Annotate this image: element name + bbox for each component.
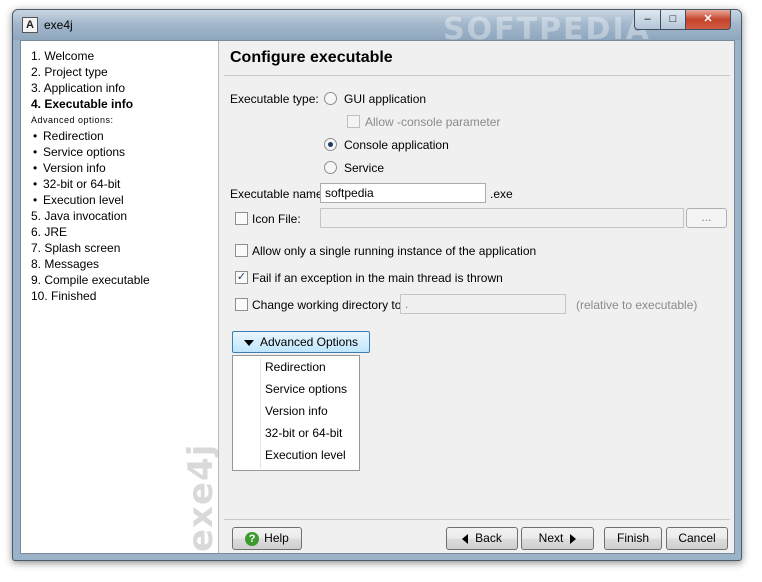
icon-file-input[interactable] bbox=[320, 208, 684, 228]
substep-version-info[interactable]: • Version info bbox=[31, 160, 150, 176]
exe-suffix-label: .exe bbox=[490, 187, 513, 201]
browse-icon-button[interactable]: ... bbox=[686, 208, 727, 228]
substep-label: Service options bbox=[43, 145, 126, 159]
step-welcome[interactable]: 1. Welcome bbox=[31, 48, 150, 64]
substep-label: Redirection bbox=[43, 129, 104, 143]
step-project-type[interactable]: 2. Project type bbox=[31, 64, 150, 80]
allow-console-checkbox[interactable] bbox=[347, 115, 360, 128]
executable-type-label: Executable type: bbox=[230, 92, 319, 106]
menu-item-32-or-64-bit[interactable]: 32-bit or 64-bit bbox=[233, 422, 359, 444]
change-dir-input[interactable]: . bbox=[400, 294, 566, 314]
window-title: exe4j bbox=[44, 18, 73, 32]
menu-item-service-options[interactable]: Service options bbox=[233, 378, 359, 400]
page-title: Configure executable bbox=[230, 49, 393, 66]
arrow-right-icon bbox=[570, 533, 577, 544]
step-splash-screen[interactable]: 7. Splash screen bbox=[31, 240, 150, 256]
step-executable-info[interactable]: 4. Executable info bbox=[31, 96, 150, 112]
menu-item-version-info[interactable]: Version info bbox=[233, 400, 359, 422]
dropdown-triangle-icon bbox=[243, 339, 254, 346]
title-bar[interactable]: A exe4j SOFTPEDIA – □ ✕ bbox=[13, 10, 741, 47]
console-application-label: Console application bbox=[344, 138, 449, 152]
change-dir-hint: (relative to executable) bbox=[576, 298, 698, 312]
help-label: Help bbox=[264, 531, 289, 545]
arrow-left-icon bbox=[462, 533, 469, 544]
cancel-button[interactable]: Cancel bbox=[666, 527, 728, 550]
bullet-icon: • bbox=[33, 145, 38, 159]
substep-32-or-64-bit[interactable]: • 32-bit or 64-bit bbox=[31, 176, 150, 192]
step-java-invocation[interactable]: 5. Java invocation bbox=[31, 208, 150, 224]
back-button[interactable]: Back bbox=[446, 527, 518, 550]
advanced-options-header: Advanced options: bbox=[31, 115, 114, 125]
substep-execution-level[interactable]: • Execution level bbox=[31, 192, 150, 208]
window-client: 1. Welcome 2. Project type 3. Applicatio… bbox=[20, 40, 735, 554]
substep-label: Version info bbox=[43, 161, 106, 175]
maximize-button[interactable]: □ bbox=[660, 10, 686, 30]
back-label: Back bbox=[475, 531, 502, 545]
allow-console-label: Allow -console parameter bbox=[365, 115, 501, 129]
step-compile-executable[interactable]: 9. Compile executable bbox=[31, 272, 150, 288]
heading-divider bbox=[224, 75, 730, 76]
footer-divider bbox=[224, 519, 730, 520]
advanced-options-label: Advanced Options bbox=[259, 335, 359, 349]
steps-list: 1. Welcome 2. Project type 3. Applicatio… bbox=[31, 48, 150, 304]
exe4j-logo: exe4j bbox=[181, 443, 219, 552]
substep-service-options[interactable]: • Service options bbox=[31, 144, 150, 160]
fail-exception-label: Fail if an exception in the main thread … bbox=[252, 271, 503, 285]
app-window: A exe4j SOFTPEDIA – □ ✕ 1. Welcome 2. Pr… bbox=[12, 9, 742, 561]
minimize-button[interactable]: – bbox=[634, 10, 661, 30]
finish-button[interactable]: Finish bbox=[604, 527, 662, 550]
next-button[interactable]: Next bbox=[521, 527, 594, 550]
step-application-info[interactable]: 3. Application info bbox=[31, 80, 150, 96]
executable-name-input[interactable]: softpedia bbox=[320, 183, 486, 203]
icon-file-checkbox[interactable] bbox=[235, 212, 248, 225]
console-application-radio[interactable] bbox=[324, 138, 337, 151]
app-icon[interactable]: A bbox=[22, 17, 38, 33]
gui-application-label: GUI application bbox=[344, 92, 427, 106]
close-button[interactable]: ✕ bbox=[685, 10, 731, 30]
single-instance-checkbox[interactable] bbox=[235, 244, 248, 257]
main-panel: Configure executable Executable type: GU… bbox=[220, 41, 734, 553]
advanced-options-button[interactable]: Advanced Options bbox=[232, 331, 370, 353]
bullet-icon: • bbox=[33, 129, 38, 143]
menu-gutter-divider bbox=[260, 358, 261, 468]
step-messages[interactable]: 8. Messages bbox=[31, 256, 150, 272]
service-radio[interactable] bbox=[324, 161, 337, 174]
step-jre[interactable]: 6. JRE bbox=[31, 224, 150, 240]
executable-name-label: Executable name: bbox=[230, 187, 327, 201]
fail-exception-checkbox[interactable]: ✓ bbox=[235, 271, 248, 284]
single-instance-label: Allow only a single running instance of … bbox=[252, 244, 537, 258]
bullet-icon: • bbox=[33, 193, 38, 207]
bullet-icon: • bbox=[33, 161, 38, 175]
next-label: Next bbox=[538, 531, 564, 545]
menu-item-execution-level[interactable]: Execution level bbox=[233, 444, 359, 466]
icon-file-label: Icon File: bbox=[252, 212, 301, 226]
service-label: Service bbox=[344, 161, 385, 175]
substep-label: 32-bit or 64-bit bbox=[43, 177, 121, 191]
change-dir-checkbox[interactable] bbox=[235, 298, 248, 311]
bullet-icon: • bbox=[33, 177, 38, 191]
gui-application-radio[interactable] bbox=[324, 92, 337, 105]
substep-redirection[interactable]: • Redirection bbox=[31, 128, 150, 144]
step-finished[interactable]: 10. Finished bbox=[31, 288, 150, 304]
substep-label: Execution level bbox=[43, 193, 124, 207]
wizard-steps-sidebar: 1. Welcome 2. Project type 3. Applicatio… bbox=[21, 41, 219, 553]
help-icon: ? bbox=[245, 531, 260, 546]
help-button[interactable]: ? Help bbox=[232, 527, 302, 550]
change-dir-label: Change working directory to: bbox=[252, 298, 405, 312]
advanced-options-menu: Redirection Service options Version info… bbox=[232, 355, 360, 471]
menu-item-redirection[interactable]: Redirection bbox=[233, 356, 359, 378]
